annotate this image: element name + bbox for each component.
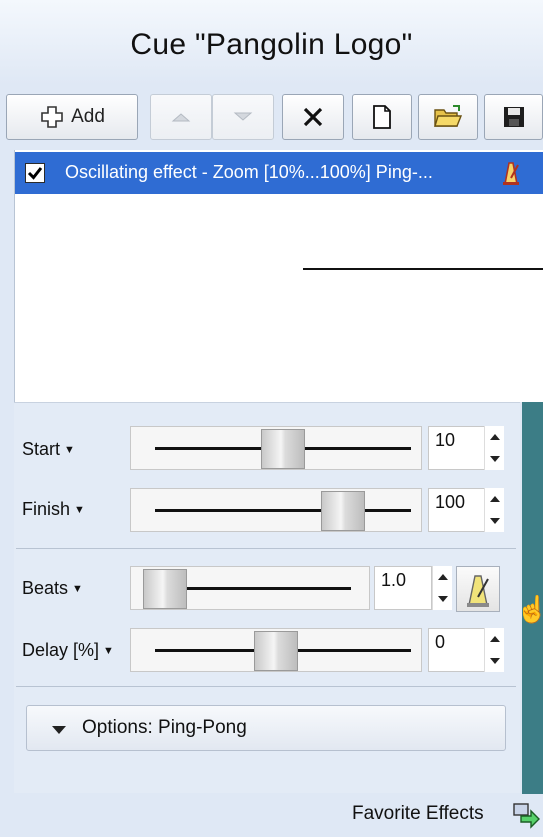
start-slider[interactable]: [130, 426, 422, 470]
new-document-icon: [373, 105, 391, 129]
move-down-button[interactable]: [212, 94, 274, 140]
beats-label[interactable]: Beats ▼: [22, 578, 83, 599]
divider: [16, 686, 516, 687]
hand-cursor-icon: ☝: [516, 594, 543, 624]
open-button[interactable]: [418, 94, 478, 140]
folder-open-icon: [434, 105, 463, 127]
effect-list[interactable]: Oscillating effect - Zoom [10%...100%] P…: [14, 150, 543, 402]
start-value-field[interactable]: 10: [428, 426, 486, 470]
move-up-button[interactable]: [150, 94, 212, 140]
delay-label[interactable]: Delay [%] ▼: [22, 640, 114, 661]
start-slider-thumb[interactable]: [261, 429, 305, 469]
list-item[interactable]: Oscillating effect - Zoom [10%...100%] P…: [15, 152, 543, 194]
finish-slider[interactable]: [130, 488, 422, 532]
new-button[interactable]: [352, 94, 412, 140]
metronome-icon: [467, 575, 489, 607]
add-button-label: Add: [71, 106, 105, 127]
tap-tempo-button[interactable]: [456, 566, 500, 612]
finish-value-field[interactable]: 100: [428, 488, 486, 532]
save-button[interactable]: [484, 94, 543, 140]
finish-slider-thumb[interactable]: [321, 491, 365, 531]
delete-button[interactable]: [282, 94, 344, 140]
list-item-label: Oscillating effect - Zoom [10%...100%] P…: [65, 162, 433, 182]
add-button[interactable]: Add: [6, 94, 138, 140]
item-checkbox[interactable]: [25, 163, 45, 183]
triangle-down-icon: [52, 726, 66, 734]
favorite-effects-link[interactable]: Favorite Effects: [352, 803, 484, 825]
divider: [16, 548, 516, 549]
triangle-down-icon: [233, 112, 253, 121]
delay-value-field[interactable]: 0: [428, 628, 486, 672]
start-spinner[interactable]: [484, 426, 504, 470]
delay-slider-thumb[interactable]: [254, 631, 298, 671]
options-label: Options: Ping-Pong: [82, 717, 247, 738]
metronome-icon: [503, 162, 519, 185]
beats-value-field[interactable]: 1.0: [374, 566, 432, 610]
triangle-up-icon: [171, 113, 191, 122]
beats-slider-thumb[interactable]: [143, 569, 187, 609]
beats-slider[interactable]: [130, 566, 370, 610]
favorites-arrow-icon[interactable]: [512, 801, 540, 829]
close-icon: [303, 107, 323, 127]
floppy-disk-icon: [503, 107, 524, 127]
toolbar: Add: [6, 94, 543, 146]
finish-spinner[interactable]: [484, 488, 504, 532]
drag-line: [303, 268, 543, 270]
delay-spinner[interactable]: [484, 628, 504, 672]
beats-spinner[interactable]: [432, 566, 452, 610]
start-label[interactable]: Start ▼: [22, 439, 75, 460]
plus-icon: [41, 106, 63, 128]
checkmark-icon: [27, 167, 43, 180]
page-title: Cue "Pangolin Logo": [130, 28, 413, 61]
delay-slider[interactable]: [130, 628, 422, 672]
finish-label[interactable]: Finish ▼: [22, 499, 85, 520]
